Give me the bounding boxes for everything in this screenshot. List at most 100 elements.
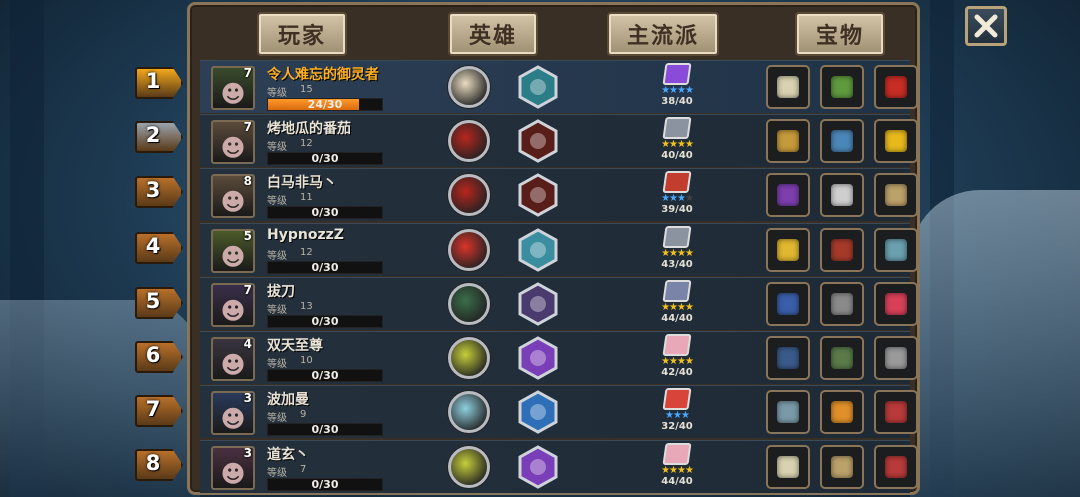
tab-treasures[interactable]: 宝物 bbox=[795, 12, 885, 56]
star-icon: ★ bbox=[677, 302, 686, 313]
hero-skill-icon[interactable] bbox=[448, 337, 490, 379]
treasure-slot[interactable] bbox=[820, 390, 864, 434]
treasure-slot[interactable] bbox=[820, 228, 864, 272]
star-icon: ★ bbox=[684, 139, 694, 150]
red-beast-icon bbox=[831, 239, 853, 261]
star-icon: ★ bbox=[661, 193, 670, 204]
treasure-slot[interactable] bbox=[820, 65, 864, 109]
hero-skill-icon[interactable] bbox=[448, 283, 490, 325]
relic-progress[interactable]: ★★★★ 39/40 bbox=[653, 171, 701, 215]
treasure-slot[interactable] bbox=[766, 173, 810, 217]
player-avatar[interactable]: ☻ 7 bbox=[211, 66, 255, 110]
close-button[interactable] bbox=[965, 6, 1007, 46]
player-avatar[interactable]: ☻ 8 bbox=[211, 174, 255, 218]
player-row[interactable]: ☻ 5 HypnozzZ 等级 12 0/30 ★★★★ 43/40 bbox=[200, 223, 918, 276]
hero-skill-icon[interactable] bbox=[448, 229, 490, 271]
relic-progress[interactable]: ★★★ 32/40 bbox=[653, 388, 701, 432]
relic-progress[interactable]: ★★★★ 40/40 bbox=[653, 117, 701, 161]
treasure-slot[interactable] bbox=[766, 390, 810, 434]
faction-hex-icon[interactable] bbox=[516, 119, 560, 163]
treasure-slot[interactable] bbox=[874, 336, 918, 380]
treasure-slot[interactable] bbox=[766, 119, 810, 163]
relic-progress[interactable]: ★★★★ 38/40 bbox=[653, 63, 701, 107]
faction-hex-icon[interactable] bbox=[516, 390, 560, 434]
relic-book-icon bbox=[662, 117, 692, 139]
faction-hex-icon[interactable] bbox=[516, 65, 560, 109]
tab-bar: 玩家 英雄 主流派 宝物 bbox=[190, 5, 917, 57]
treasure-slot[interactable] bbox=[766, 65, 810, 109]
relic-progress[interactable]: ★★★★ 43/40 bbox=[653, 226, 701, 270]
xp-bar: 0/30 bbox=[267, 206, 383, 219]
player-row[interactable]: ☻ 8 白马非马丶 等级 11 0/30 ★★★★ 39/40 bbox=[200, 168, 918, 221]
hero-skill-icon[interactable] bbox=[448, 66, 490, 108]
treasure-slot[interactable] bbox=[874, 119, 918, 163]
xp-text: 0/30 bbox=[311, 423, 339, 436]
staff-icon bbox=[777, 130, 799, 152]
player-row[interactable]: ☻ 3 波加曼 等级 9 0/30 ★★★ 32/40 bbox=[200, 385, 918, 438]
player-avatar[interactable]: ☻ 3 bbox=[211, 391, 255, 435]
treasure-slot[interactable] bbox=[820, 282, 864, 326]
goblet-icon bbox=[777, 239, 799, 261]
relic-stars: ★★★★ bbox=[653, 248, 701, 259]
star-icon: ★ bbox=[669, 248, 678, 259]
treasure-slot[interactable] bbox=[820, 173, 864, 217]
treasure-slot[interactable] bbox=[874, 445, 918, 489]
player-name: 道玄丶 bbox=[267, 447, 309, 463]
faction-hex-icon[interactable] bbox=[516, 228, 560, 272]
treasure-slot[interactable] bbox=[766, 282, 810, 326]
player-row[interactable]: ☻ 3 道玄丶 等级 7 0/30 ★★★★ 44/40 bbox=[200, 440, 918, 493]
xp-text: 0/30 bbox=[311, 478, 339, 491]
tab-players[interactable]: 玩家 bbox=[257, 12, 347, 56]
star-icon: ★ bbox=[684, 465, 694, 476]
faction-hex-icon[interactable] bbox=[516, 336, 560, 380]
star-icon: ★ bbox=[669, 302, 678, 313]
treasure-slot[interactable] bbox=[874, 173, 918, 217]
player-avatar[interactable]: ☻ 5 bbox=[211, 229, 255, 273]
player-avatar[interactable]: ☻ 7 bbox=[211, 120, 255, 164]
hero-skill-icon[interactable] bbox=[448, 174, 490, 216]
treasure-slot[interactable] bbox=[874, 65, 918, 109]
relic-book-icon bbox=[662, 63, 692, 85]
level-label: 等级 bbox=[267, 468, 287, 479]
treasure-slot[interactable] bbox=[874, 228, 918, 272]
star-icon: ★ bbox=[661, 85, 670, 96]
hero-skill-icon[interactable] bbox=[448, 446, 490, 488]
treasure-slot[interactable] bbox=[766, 445, 810, 489]
hero-skill-icon[interactable] bbox=[448, 120, 490, 162]
player-avatar[interactable]: ☻ 3 bbox=[211, 446, 255, 490]
relic-progress[interactable]: ★★★★ 44/40 bbox=[653, 280, 701, 324]
avatar-level: 5 bbox=[243, 229, 252, 243]
player-row[interactable]: ☻ 7 令人难忘的御灵者 等级 15 24/30 ★★★★ 38/40 bbox=[200, 60, 918, 113]
faction-hex-icon[interactable] bbox=[516, 445, 560, 489]
compass-icon bbox=[777, 456, 799, 478]
treasure-slot[interactable] bbox=[766, 336, 810, 380]
rank-number: 7 bbox=[145, 397, 161, 421]
player-row[interactable]: ☻ 7 拔刀 等级 13 0/30 ★★★★ 44/40 bbox=[200, 277, 918, 330]
tab-main-faction[interactable]: 主流派 bbox=[607, 12, 719, 56]
player-avatar[interactable]: ☻ 4 bbox=[211, 337, 255, 381]
level-label: 等级 bbox=[267, 142, 287, 153]
faction-hex-icon[interactable] bbox=[516, 282, 560, 326]
relic-book-icon bbox=[662, 171, 692, 193]
star-icon: ★ bbox=[661, 248, 670, 259]
player-row[interactable]: ☻ 4 双天至尊 等级 10 0/30 ★★★★ 42/40 bbox=[200, 331, 918, 384]
treasure-slot[interactable] bbox=[820, 336, 864, 380]
player-name: 烤地瓜的番茄 bbox=[267, 121, 351, 137]
tab-heroes[interactable]: 英雄 bbox=[448, 12, 538, 56]
relic-progress[interactable]: ★★★★ 42/40 bbox=[653, 334, 701, 378]
player-row[interactable]: ☻ 7 烤地瓜的番茄 等级 12 0/30 ★★★★ 40/40 bbox=[200, 114, 918, 167]
faction-hex-icon[interactable] bbox=[516, 173, 560, 217]
hero-skill-icon[interactable] bbox=[448, 391, 490, 433]
sorceress-icon: ☻ bbox=[220, 351, 246, 379]
treasure-slot[interactable] bbox=[820, 119, 864, 163]
rank-number: 8 bbox=[145, 451, 161, 475]
xp-text: 0/30 bbox=[311, 369, 339, 382]
level-value: 7 bbox=[300, 464, 307, 475]
player-avatar[interactable]: ☻ 7 bbox=[211, 283, 255, 327]
treasure-slot[interactable] bbox=[766, 228, 810, 272]
relic-progress[interactable]: ★★★★ 44/40 bbox=[653, 443, 701, 487]
treasure-slot[interactable] bbox=[874, 282, 918, 326]
treasure-slot[interactable] bbox=[874, 390, 918, 434]
treasure-slot[interactable] bbox=[820, 445, 864, 489]
xp-bar: 0/30 bbox=[267, 478, 383, 491]
